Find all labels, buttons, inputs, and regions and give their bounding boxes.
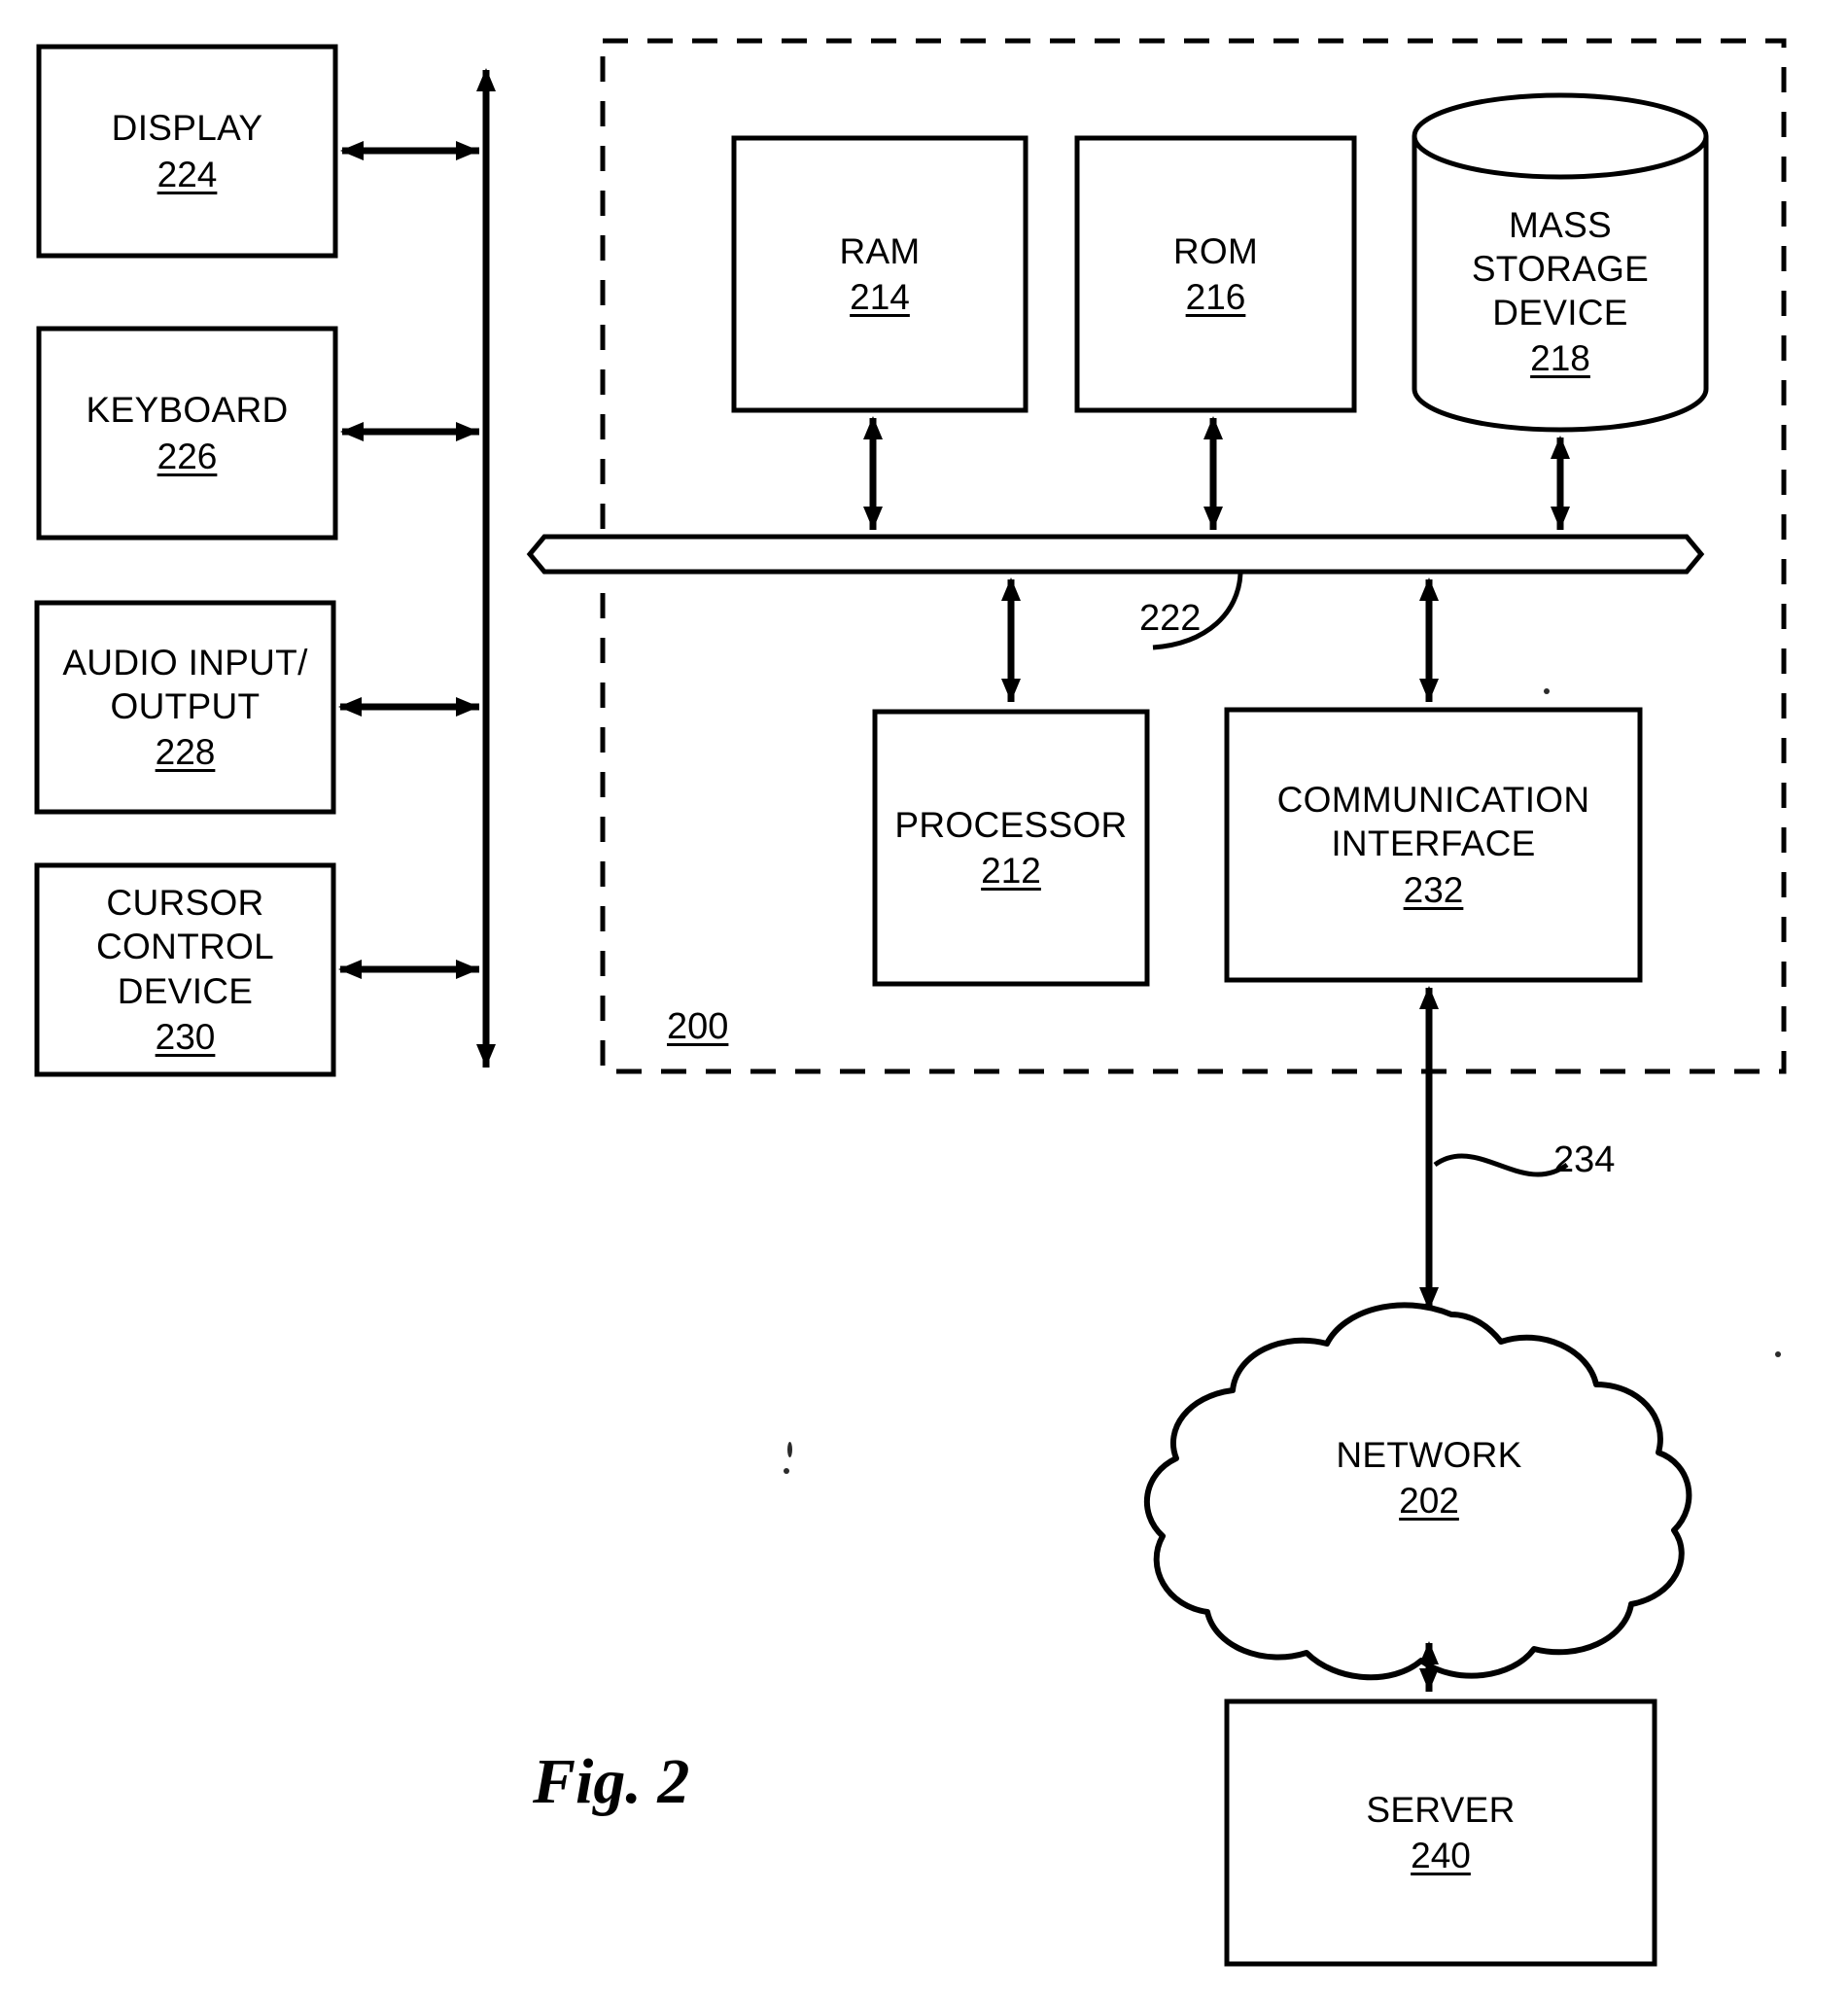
display-label: DISPLAY 224: [39, 47, 335, 256]
comm-interface-box: [1224, 707, 1643, 983]
mass-storage-title-line3: DEVICE: [1492, 293, 1628, 333]
system-boundary-200: [600, 38, 1787, 1074]
memory-boxes: [731, 135, 1357, 413]
scan-speck: [784, 1468, 789, 1474]
processor-title: PROCESSOR: [894, 804, 1128, 845]
network-title: NETWORK: [1336, 1434, 1522, 1475]
server-title: SERVER: [1366, 1789, 1516, 1830]
figure-linework: [34, 38, 1787, 1967]
mass-storage-label: MASS STORAGE DEVICE 218: [1414, 156, 1706, 428]
patent-figure-2: DISPLAY 224 KEYBOARD 226 AUDIO INPUT/ OU…: [0, 0, 1848, 1996]
ram-title: RAM: [839, 230, 921, 271]
audio-io-title-line1: AUDIO INPUT/: [62, 642, 308, 683]
server-label: SERVER 240: [1227, 1701, 1655, 1964]
peripheral-connectors: [338, 141, 479, 979]
processor-ref: 212: [981, 851, 1041, 891]
cursor-control-label: CURSOR CONTROL DEVICE 230: [37, 865, 333, 1074]
comm-interface-title-line1: COMMUNICATION: [1276, 780, 1590, 821]
keyboard-label: KEYBOARD 226: [39, 329, 335, 538]
compute-boxes: [872, 707, 1643, 987]
cursor-control-title-line3: DEVICE: [117, 970, 254, 1011]
cursor-control-title-line2: CONTROL: [96, 927, 274, 967]
server-box: [1224, 1698, 1657, 1967]
network-ref: 202: [1399, 1481, 1459, 1521]
scan-speck: [787, 1442, 792, 1457]
figure-caption: Fig. 2: [533, 1746, 690, 1817]
mass-storage-title-line1: MASS: [1508, 204, 1613, 245]
server-ref: 240: [1411, 1836, 1471, 1875]
comm-interface-label: COMMUNICATION INTERFACE 232: [1227, 710, 1640, 980]
ram-ref: 214: [850, 277, 910, 317]
network-link-leader: [1433, 1153, 1569, 1177]
rom-label: ROM 216: [1077, 138, 1354, 410]
keyboard-title: KEYBOARD: [86, 390, 289, 431]
cursor-control-box: [34, 862, 336, 1077]
system-ref-callout: 200: [667, 1006, 729, 1047]
system-bus-222: [526, 534, 1705, 575]
keyboard-ref: 226: [157, 436, 218, 476]
rom-title: ROM: [1172, 230, 1259, 271]
scan-speck: [1775, 1351, 1781, 1357]
ram-label: RAM 214: [734, 138, 1026, 410]
network-link-234: [1419, 986, 1569, 1311]
audio-io-label: AUDIO INPUT/ OUTPUT 228: [37, 603, 333, 812]
audio-io-ref: 228: [155, 732, 216, 773]
peripheral-boxes: [34, 44, 338, 1077]
mass-storage-cylinder: [1412, 92, 1709, 433]
scan-speck: [1544, 688, 1550, 694]
server-box-group: [1224, 1698, 1657, 1967]
comm-interface-ref: 232: [1403, 869, 1464, 910]
processor-box: [872, 709, 1150, 987]
keyboard-box: [36, 326, 338, 541]
display-title: DISPLAY: [111, 108, 263, 149]
audio-io-box: [34, 600, 336, 815]
cursor-control-ref: 230: [155, 1016, 216, 1057]
cursor-control-title-line1: CURSOR: [106, 883, 264, 924]
display-box: [36, 44, 338, 259]
rom-box: [1074, 135, 1357, 413]
display-ref: 224: [157, 154, 218, 194]
ram-box: [731, 135, 1029, 413]
bus-memory-connectors: [863, 416, 1570, 530]
mass-storage-ref: 218: [1530, 338, 1590, 379]
rom-ref: 216: [1185, 277, 1246, 317]
comm-interface-title-line2: INTERFACE: [1331, 823, 1536, 864]
network-cloud: [1144, 1302, 1692, 1681]
audio-io-title-line2: OUTPUT: [110, 685, 261, 726]
mass-storage-title-line2: STORAGE: [1471, 248, 1650, 289]
bus-ref-callout: 222: [1139, 598, 1202, 639]
network-link-ref-callout: 234: [1553, 1139, 1616, 1180]
network-label: NETWORK 202: [1283, 1390, 1575, 1565]
processor-label: PROCESSOR 212: [875, 712, 1147, 984]
bus-compute-connectors: [1001, 578, 1439, 702]
